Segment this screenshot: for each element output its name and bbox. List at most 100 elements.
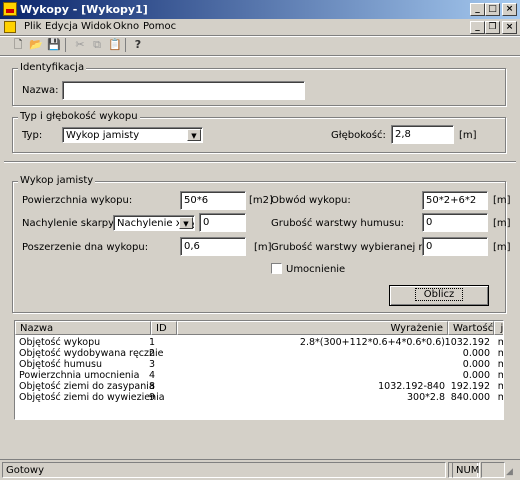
humus-unit: [m] — [493, 218, 511, 229]
menu-widok[interactable]: Widok — [81, 21, 112, 32]
cut-icon[interactable]: ✂ — [72, 37, 88, 53]
status-divider — [0, 459, 520, 460]
open-icon[interactable]: 📂 — [28, 37, 44, 53]
row-value: 0.000 — [462, 359, 490, 370]
document-icon[interactable] — [4, 21, 16, 33]
save-icon[interactable]: 💾 — [46, 37, 62, 53]
type-select[interactable]: Wykop jamisty ▼ — [62, 127, 203, 143]
close-icon[interactable]: × — [502, 3, 517, 16]
doc-restore-icon[interactable]: ❐ — [485, 21, 500, 34]
row-name: Objętość humusu — [19, 359, 103, 370]
row-value: 0.000 — [462, 370, 490, 381]
column-header-name[interactable]: Nazwa — [15, 321, 151, 335]
menu-pomoc[interactable]: Pomoc — [143, 21, 176, 32]
row-value: 1032.192 — [444, 337, 490, 348]
excavation-group-label: Wykop jamisty — [18, 175, 96, 186]
type-label: Typ: — [22, 130, 43, 141]
menu-edycja[interactable]: Edycja — [45, 21, 78, 32]
splitter-light — [4, 162, 516, 163]
reinforcement-checkbox[interactable] — [271, 263, 282, 274]
column-header-id[interactable]: ID — [151, 321, 177, 335]
table-row[interactable]: Objętość humusu 3 0.000 m3 — [15, 359, 503, 370]
depth-unit: [m] — [459, 130, 477, 141]
table-row[interactable]: Objętość ziemi do zasypania 8 1032.192-8… — [15, 381, 503, 392]
depth-label: Głębokość: — [331, 130, 386, 141]
row-id: 8 — [149, 381, 156, 392]
row-id: 2 — [149, 348, 156, 359]
window-title: Wykopy - [Wykopy1] — [20, 3, 148, 16]
perimeter-field[interactable]: 50*2+6*2 — [422, 191, 488, 210]
manual-field[interactable]: 0 — [422, 237, 488, 256]
perimeter-label: Obwód wykopu: — [271, 195, 351, 206]
row-unit: m3 — [498, 392, 503, 403]
row-value: 192.192 — [450, 381, 490, 392]
row-expression: 1032.192-840 — [378, 381, 445, 392]
title-bar[interactable]: Wykopy - [Wykopy1] _ □ × — [0, 0, 520, 19]
row-unit: m3 — [498, 359, 503, 370]
row-name: Powierzchnia umocnienia — [19, 370, 140, 381]
perimeter-unit: [m] — [493, 195, 511, 206]
widening-label: Poszerzenie dna wykopu: — [22, 242, 149, 253]
name-label: Nazwa: — [22, 85, 59, 96]
table-row[interactable]: Objętość wydobywana ręcznie 2 0.000 m3 — [15, 348, 503, 359]
type-depth-group-label: Typ i głębokość wykopu — [18, 111, 140, 122]
row-expression: 2.8*(300+112*0.6+4*0.6*0.6) — [299, 337, 445, 348]
area-unit: [m2] — [249, 195, 273, 206]
row-value: 0.000 — [462, 348, 490, 359]
reinforcement-label: Umocnienie — [286, 264, 346, 275]
row-id: 1 — [149, 337, 156, 348]
doc-minimize-icon[interactable]: _ — [470, 21, 485, 34]
column-header-unit[interactable]: jm — [494, 321, 503, 335]
help-icon[interactable]: ? — [130, 37, 146, 53]
new-icon[interactable]: 🗋 — [10, 37, 26, 53]
row-unit: m3 — [498, 348, 503, 359]
app-icon[interactable] — [3, 2, 17, 16]
menu-plik[interactable]: Plik — [24, 21, 41, 32]
slope-label: Nachylenie skarpy: — [22, 218, 117, 229]
chevron-down-icon[interactable]: ▼ — [179, 217, 193, 229]
humus-field[interactable]: 0 — [422, 213, 488, 232]
row-expression: 300*2.8 — [407, 392, 445, 403]
menu-bar — [0, 19, 520, 36]
toolbar-separator — [125, 38, 126, 52]
copy-icon[interactable]: ⧉ — [89, 37, 105, 53]
slope-type-select[interactable]: Nachylenie x : y ▼ — [113, 215, 195, 231]
num-lock-indicator: NUM — [452, 462, 480, 478]
area-label: Powierzchnia wykopu: — [22, 195, 133, 206]
status-pane — [481, 462, 505, 478]
paste-icon[interactable]: 📋 — [107, 37, 123, 53]
status-text: Gotowy — [2, 462, 446, 478]
row-unit: m3 — [498, 381, 503, 392]
table-row[interactable]: Objętość wykopu 1 2.8*(300+112*0.6+4*0.6… — [15, 337, 503, 348]
maximize-icon[interactable]: □ — [485, 3, 500, 16]
column-header-expression[interactable]: Wyrażenie — [177, 321, 448, 335]
row-id: 3 — [149, 359, 156, 370]
results-table[interactable]: Nazwa ID Wyrażenie Wartość jm Objętość w… — [14, 320, 504, 420]
menu-okno[interactable]: Okno — [113, 21, 139, 32]
row-name: Objętość wykopu — [19, 337, 101, 348]
row-id: 9 — [149, 392, 156, 403]
row-unit: m2 — [498, 370, 503, 381]
row-unit: m3 — [498, 337, 503, 348]
table-row[interactable]: Objętość ziemi do wywiezienia 9 300*2.8 … — [15, 392, 503, 403]
row-id: 4 — [149, 370, 156, 381]
name-field[interactable] — [62, 81, 305, 100]
chevron-down-icon[interactable]: ▼ — [187, 129, 201, 141]
depth-field[interactable]: 2,8 — [391, 125, 454, 144]
minimize-icon[interactable]: _ — [470, 3, 485, 16]
slope-field[interactable]: 0 — [199, 213, 246, 232]
manual-unit: [m] — [493, 242, 511, 253]
doc-close-icon[interactable]: × — [502, 21, 517, 34]
table-row[interactable]: Powierzchnia umocnienia 4 0.000 m2 — [15, 370, 503, 381]
widening-field[interactable]: 0,6 — [180, 237, 246, 256]
column-header-value[interactable]: Wartość — [448, 321, 494, 335]
humus-label: Grubość warstwy humusu: — [271, 218, 405, 229]
widening-unit: [m] — [254, 242, 272, 253]
calculate-button[interactable]: Oblicz — [389, 285, 489, 306]
row-value: 840.000 — [450, 392, 490, 403]
toolbar-divider-light — [0, 56, 520, 57]
resize-grip-icon[interactable]: ◢ — [506, 466, 518, 478]
row-name: Objętość ziemi do zasypania — [19, 381, 155, 392]
row-name: Objętość wydobywana ręcznie — [19, 348, 164, 359]
area-field[interactable]: 50*6 — [180, 191, 246, 210]
